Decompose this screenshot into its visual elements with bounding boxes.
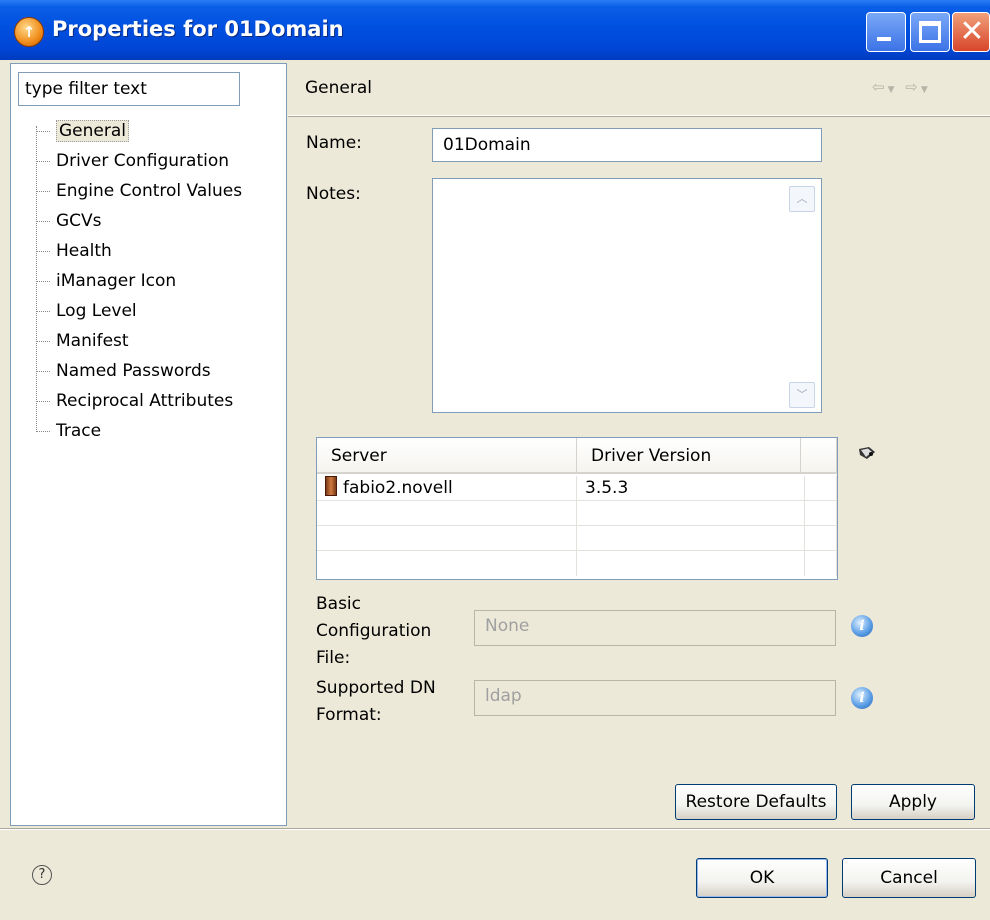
dn-format-label-line: Format: (316, 705, 382, 725)
maximize-icon (919, 21, 941, 43)
tree-item-label: Health (56, 241, 112, 261)
table-cell-empty (805, 501, 837, 526)
notes-textarea[interactable] (432, 178, 822, 413)
server-icon (325, 476, 337, 496)
basic-config-label-line: Basic (316, 594, 362, 614)
column-header-filler (801, 438, 837, 474)
table-cell-version[interactable]: 3.5.3 (577, 476, 805, 501)
tree-item-label: Trace (56, 421, 102, 441)
bottom-separator (0, 828, 990, 830)
tree-item-named-passwords[interactable]: Named Passwords (30, 356, 242, 386)
ok-button[interactable]: OK (696, 858, 828, 898)
tree-item-label: Engine Control Values (56, 181, 243, 201)
maximize-button[interactable] (910, 12, 950, 52)
page-title: General (305, 78, 372, 98)
table-cell-empty (805, 476, 837, 501)
dn-format-label-line: Supported DN (316, 678, 436, 698)
tree-item-gcvs[interactable]: GCVs (30, 206, 242, 236)
filter-input[interactable] (18, 72, 240, 106)
table-cell-empty (805, 551, 837, 576)
tree-item-label: Manifest (56, 331, 129, 351)
close-icon: ✕ (959, 14, 985, 49)
tree-item-general[interactable]: General (30, 116, 242, 146)
tree-item-label: General (56, 120, 129, 142)
table-cell-empty (317, 526, 577, 551)
server-name: fabio2.novell (343, 478, 453, 498)
table-cell-server[interactable]: fabio2.novell (317, 476, 577, 501)
edit-servers-icon[interactable] (857, 445, 877, 461)
tree-item-label: Named Passwords (56, 361, 211, 381)
back-dropdown-icon[interactable]: ▼ (888, 85, 898, 95)
forward-arrow-icon[interactable]: ⇨ (905, 78, 921, 96)
tree-item-label: Driver Configuration (56, 151, 230, 171)
basic-config-label-line: File: (316, 648, 351, 668)
tree-item-label: iManager Icon (56, 271, 177, 291)
tree-item-label: GCVs (56, 211, 102, 231)
dn-format-label: Supported DN Format: (316, 675, 436, 729)
table-cell-empty (577, 501, 805, 526)
server-table[interactable]: Server Driver Version fabio2.novell 3.5.… (316, 437, 838, 580)
cancel-button[interactable]: Cancel (842, 858, 976, 898)
table-cell-empty (805, 526, 837, 551)
basic-config-label-line: Configuration (316, 621, 432, 641)
notes-label: Notes: (306, 184, 361, 204)
tree-item-label: Log Level (56, 301, 137, 321)
info-icon[interactable]: i (851, 687, 873, 709)
scroll-up-icon[interactable]: ︿ (789, 186, 815, 212)
help-icon[interactable]: ? (32, 865, 52, 885)
info-icon[interactable]: i (851, 615, 873, 637)
tree-item-label: Reciprocal Attributes (56, 391, 234, 411)
back-arrow-icon[interactable]: ⇦ (872, 78, 888, 96)
notes-scrollbar[interactable]: ︿ ﹀ (788, 180, 818, 410)
scroll-down-icon[interactable]: ﹀ (789, 382, 815, 408)
column-header-server[interactable]: Server (317, 438, 577, 474)
tree-item-driver-configuration[interactable]: Driver Configuration (30, 146, 242, 176)
property-tree: General Driver Configuration Engine Cont… (30, 116, 242, 446)
table-cell-empty (317, 501, 577, 526)
basic-config-field: None (474, 610, 836, 646)
tree-item-health[interactable]: Health (30, 236, 242, 266)
dn-format-field: ldap (474, 680, 836, 716)
minimize-button[interactable] (866, 12, 906, 52)
tree-item-reciprocal-attributes[interactable]: Reciprocal Attributes (30, 386, 242, 416)
app-orb-icon: ↑ (14, 17, 44, 47)
restore-defaults-button[interactable]: Restore Defaults (675, 784, 837, 820)
history-nav: ⇦▼ ⇨▼ (872, 78, 931, 96)
name-field[interactable] (432, 128, 822, 162)
table-cell-empty (577, 551, 805, 576)
forward-dropdown-icon[interactable]: ▼ (921, 85, 931, 95)
name-label: Name: (306, 133, 362, 153)
tree-item-log-level[interactable]: Log Level (30, 296, 242, 326)
tree-item-trace[interactable]: Trace (30, 416, 242, 446)
tree-item-manifest[interactable]: Manifest (30, 326, 242, 356)
table-cell-empty (317, 551, 577, 576)
column-header-driver-version[interactable]: Driver Version (577, 438, 801, 474)
window-title: Properties for 01Domain (52, 17, 344, 41)
tree-item-imanager-icon[interactable]: iManager Icon (30, 266, 242, 296)
tree-item-engine-control-values[interactable]: Engine Control Values (30, 176, 242, 206)
close-button[interactable]: ✕ (952, 12, 990, 52)
apply-button[interactable]: Apply (851, 784, 975, 820)
minimize-icon (877, 37, 891, 41)
table-cell-empty (577, 526, 805, 551)
basic-config-label: Basic Configuration File: (316, 591, 431, 672)
